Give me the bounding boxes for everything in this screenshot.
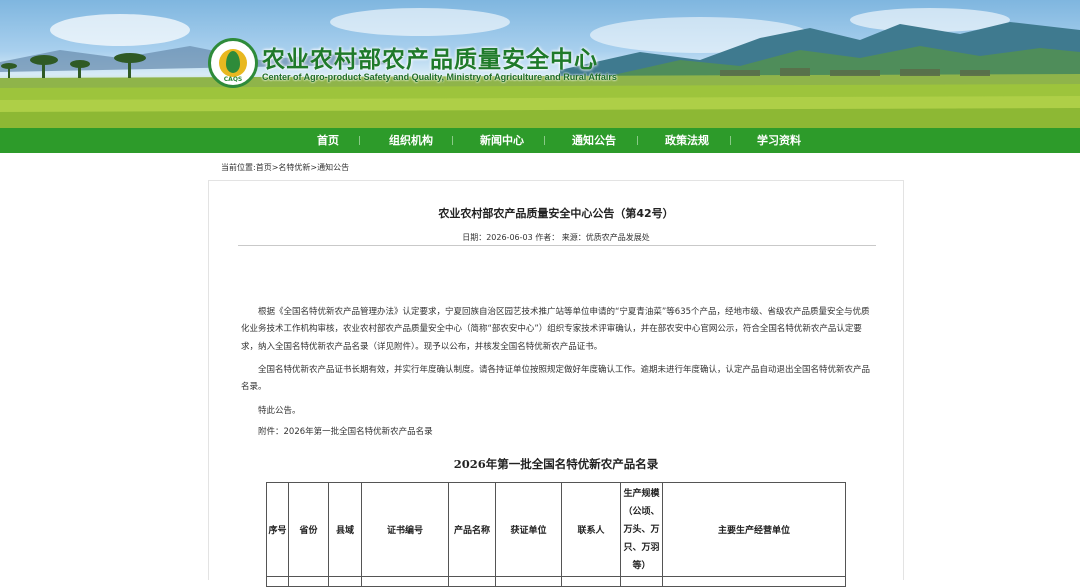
article-paragraph: 根据《全国名特优新农产品管理办法》认定要求，宁夏回族自治区园艺技术推广站等单位申… (241, 307, 870, 352)
breadcrumb[interactable]: 当前位置:首页>名特优新>通知公告 (221, 162, 349, 173)
title-divider (238, 245, 876, 246)
table-cell (328, 576, 362, 587)
col-header-province: 省份 (288, 482, 329, 577)
col-header-main-operator: 主要生产经营单位 (662, 482, 846, 577)
col-header-contact: 联系人 (561, 482, 621, 577)
product-list-table: 序号 省份 县域 证书编号 产品名称 获证单位 联系人 生产规模（公顷、万头、万… (266, 482, 846, 587)
article-paragraph: 全国名特优新农产品证书长期有效，并实行年度确认制度。请各持证单位按照规定做好年度… (241, 365, 871, 393)
col-header-product-name: 产品名称 (448, 482, 496, 577)
nav-separator: | (358, 136, 362, 146)
table-cell (361, 576, 449, 587)
table-row (266, 576, 846, 587)
attachment-link[interactable]: 附件：2026年第一批全国名特优新农产品名录 (241, 424, 873, 441)
table-cell (288, 576, 329, 587)
nav-item-learning[interactable]: 学习资料 (753, 128, 805, 153)
col-header-certificate-no: 证书编号 (361, 482, 449, 577)
table-cell (620, 576, 663, 587)
col-header-production-scale: 生产规模（公顷、万头、万只、万羽等） (620, 482, 663, 577)
col-header-index: 序号 (266, 482, 289, 577)
table-header-row: 序号 省份 县域 证书编号 产品名称 获证单位 联系人 生产规模（公顷、万头、万… (266, 482, 846, 577)
article-meta: 日期：2026-06-03 作者： 来源：优质农产品发展处 (462, 233, 650, 242)
nav-item-news[interactable]: 新闻中心 (476, 128, 528, 153)
article-panel: 农业农村部农产品质量安全中心公告（第42号） 日期：2026-06-03 作者：… (208, 180, 904, 587)
list-title: 2026年第一批全国名特优新农产品名录 (453, 457, 659, 471)
site-title: 农业农村部农产品质量安全中心 (262, 47, 598, 73)
nav-item-organization[interactable]: 组织机构 (385, 128, 437, 153)
table-cell (561, 576, 621, 587)
table-cell (266, 576, 289, 587)
nav-item-home[interactable]: 首页 (308, 128, 348, 153)
nav-separator: | (451, 136, 455, 146)
col-header-certified-unit: 获证单位 (495, 482, 562, 577)
header-banner: CAQS 农业农村部农产品质量安全中心 Center of Agro-produ… (0, 0, 1080, 128)
main-nav: 首页 | 组织机构 | 新闻中心 | 通知公告 | 政策法规 | 学习资料 (0, 128, 1080, 153)
site-subtitle: Center of Agro-product Safety and Qualit… (262, 72, 617, 82)
col-header-county: 县域 (328, 482, 362, 577)
logo-leaf-icon (226, 51, 240, 73)
article-paragraph: 特此公告。 (258, 406, 301, 416)
article-title: 农业农村部农产品质量安全中心公告（第42号） (438, 207, 674, 220)
nav-item-policies[interactable]: 政策法规 (661, 128, 713, 153)
nav-separator: | (636, 136, 640, 146)
nav-item-notices[interactable]: 通知公告 (568, 128, 620, 153)
table-cell (662, 576, 846, 587)
table-cell (448, 576, 496, 587)
table-cell (495, 576, 562, 587)
nav-separator: | (543, 136, 547, 146)
caqs-logo[interactable]: CAQS (208, 38, 258, 88)
logo-caption: CAQS (223, 76, 243, 83)
nav-separator: | (729, 136, 733, 146)
